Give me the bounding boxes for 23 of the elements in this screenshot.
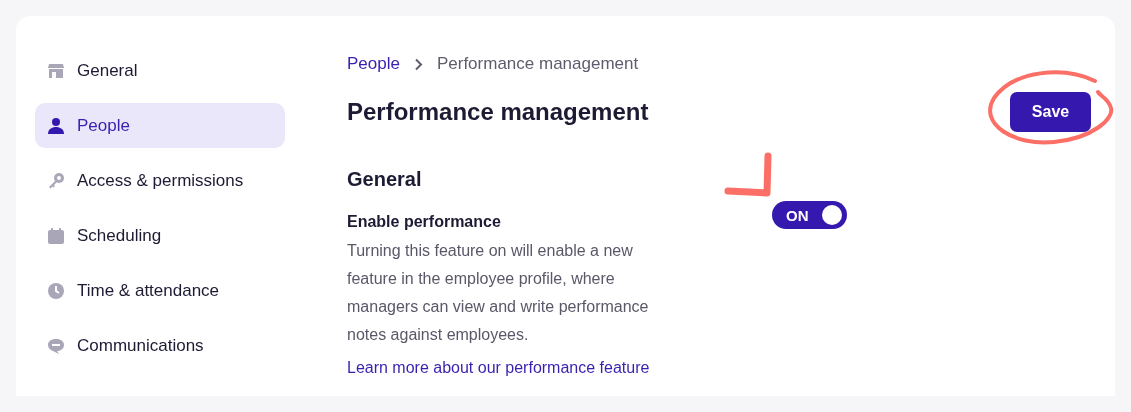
toggle-switch[interactable]: ON xyxy=(772,201,847,229)
page-title: Performance management xyxy=(347,98,649,126)
sidebar-item[interactable]: People xyxy=(35,103,285,148)
section-heading: General xyxy=(347,168,422,191)
sidebar-item[interactable]: Time & attendance xyxy=(35,268,285,313)
calendar-icon xyxy=(47,226,65,245)
sidebar-item[interactable]: Access & permissions xyxy=(35,158,285,203)
setting-label: Enable performance xyxy=(347,213,501,231)
sidebar-item[interactable]: Communications xyxy=(35,323,285,368)
chat-bubble-icon xyxy=(47,336,65,355)
key-icon xyxy=(47,171,65,190)
setting-description: Turning this feature on will enable a new feature in the employee profile, where managers can view and write performance notes against employees. xyxy=(347,241,650,345)
save-button[interactable]: Save xyxy=(1010,92,1091,132)
sidebar-item[interactable]: Scheduling xyxy=(35,213,285,258)
clock-icon xyxy=(47,281,65,300)
breadcrumb-link[interactable]: People xyxy=(347,54,400,74)
learn-more-link[interactable]: Learn more about our performance feature xyxy=(347,359,650,377)
sidebar-item[interactable]: General xyxy=(35,48,285,93)
chevron-right-icon xyxy=(413,57,423,71)
breadcrumb-current: Performance management xyxy=(436,54,639,74)
storefront-icon xyxy=(47,61,65,80)
annotation-check-drawing xyxy=(724,152,772,197)
person-icon xyxy=(47,116,65,135)
